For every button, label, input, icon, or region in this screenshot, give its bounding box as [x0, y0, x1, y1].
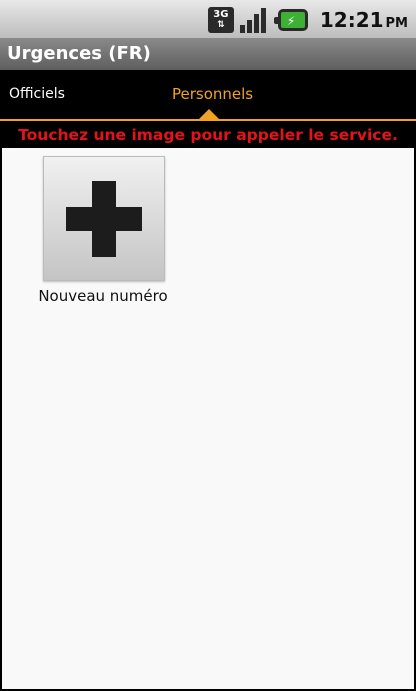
status-icons: 3G ⇅ ⚡ 12:21 PM: [207, 6, 408, 34]
tab-underline: [0, 119, 416, 121]
signal-strength-icon: [239, 7, 268, 33]
tab-officiels[interactable]: Officiels: [9, 70, 65, 118]
status-bar: 3G ⇅ ⚡ 12:21 PM: [0, 0, 416, 38]
app-title-bar: Urgences (FR): [0, 38, 416, 70]
tab-bar: Officiels Personnels: [0, 70, 416, 121]
clock-ampm: PM: [385, 16, 408, 31]
plus-icon: [66, 180, 142, 257]
battery-charging-icon: ⚡: [273, 9, 308, 31]
clock-time: 12:21: [319, 8, 384, 32]
app-title: Urgences (FR): [7, 43, 151, 64]
new-number-label: Nouveau numéro: [38, 287, 168, 305]
contacts-grid: Nouveau numéro: [2, 148, 414, 689]
new-number-tile[interactable]: [43, 156, 165, 281]
hint-banner: Touchez une image pour appeler le servic…: [0, 122, 416, 148]
status-clock: 12:21 PM: [320, 8, 408, 32]
network-type-label: 3G: [213, 9, 229, 20]
network-3g-icon: 3G ⇅: [207, 7, 234, 33]
new-number-item[interactable]: Nouveau numéro: [28, 156, 178, 305]
